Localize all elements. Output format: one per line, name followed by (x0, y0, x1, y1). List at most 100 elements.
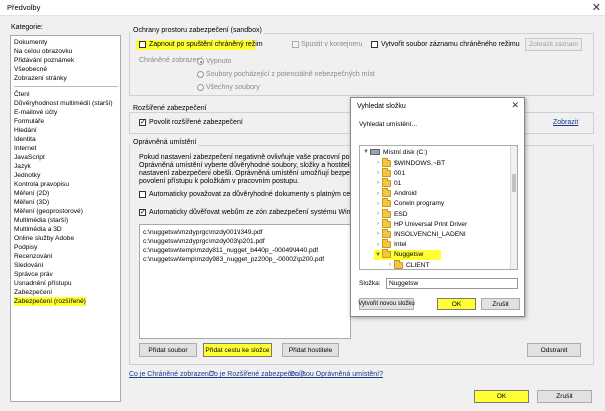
chevron-right-icon[interactable]: › (374, 170, 382, 176)
tree-folder[interactable]: › Intel (374, 239, 406, 250)
category-item[interactable]: Měření (geoprostorové) (14, 207, 83, 216)
category-item[interactable]: Sledování (14, 261, 43, 270)
tree-drive[interactable]: ▼ Místní disk (C:) (362, 147, 427, 157)
dialog-cancel-button[interactable]: Zrušit (481, 298, 520, 310)
remove-button[interactable]: Odstranit (527, 343, 581, 357)
category-item[interactable]: E-mailové účty (14, 108, 57, 117)
container-checkbox[interactable] (292, 41, 299, 48)
folder-tree[interactable]: ▼ Místní disk (C:) › $WINDOWS.~BT › 001 › 01 ›… (359, 145, 518, 270)
category-item[interactable]: Přidávání poznámek (14, 56, 74, 65)
tree-folder[interactable]: › 001 (374, 167, 406, 178)
category-item[interactable]: Správce práv (14, 270, 53, 279)
category-item[interactable]: Online služby Adobe (14, 234, 74, 243)
category-item[interactable]: Dokumenty (14, 38, 47, 47)
category-item[interactable]: Měření (2D) (14, 189, 49, 198)
radio-off[interactable] (197, 58, 204, 65)
radio-all-files[interactable] (197, 84, 204, 91)
close-icon[interactable]: ✕ (592, 1, 601, 14)
cancel-button[interactable]: Zrušit (537, 390, 592, 403)
folder-icon (382, 249, 391, 259)
protected-mode-checkbox[interactable] (139, 41, 146, 48)
tree-folder[interactable]: › CLIENT (386, 259, 429, 269)
protected-view-help-link[interactable]: Co je Chráněné zobrazení? (129, 371, 215, 378)
list-item[interactable]: c:\nuggetsw\mzdyprgc\mzdy001\l349.pdf (143, 229, 262, 236)
category-item[interactable]: Měření (3D) (14, 198, 49, 207)
radio-unsafe-locations[interactable] (197, 71, 204, 78)
category-item[interactable]: Důvěryhodnost multimédií (starší) (14, 99, 113, 108)
chevron-down-icon[interactable]: ▼ (374, 252, 382, 258)
tree-folder[interactable]: › Corwin programy (374, 198, 444, 209)
tree-folder-label: 001 (394, 169, 406, 177)
tree-folder[interactable]: ▼ Nuggetsw (374, 249, 442, 260)
category-item[interactable]: Zobrazení stránky (14, 74, 67, 83)
chevron-down-icon[interactable]: ▼ (362, 149, 370, 155)
chevron-right-icon[interactable]: › (374, 242, 382, 248)
auto-trust-certified-checkbox[interactable] (139, 191, 146, 198)
auto-trust-sites-checkbox[interactable] (139, 208, 146, 217)
folder-name-input[interactable]: Nuggetsw (386, 278, 518, 289)
chevron-right-icon[interactable]: › (374, 221, 382, 227)
category-item[interactable]: Jazyk (14, 162, 31, 171)
enhanced-security-checkbox[interactable] (139, 118, 146, 127)
tree-folder-label: Nuggetsw (394, 251, 424, 259)
category-item[interactable]: Identita (14, 135, 36, 144)
sandbox-group-title: Ochrany prostoru zabezpečení (sandbox) (131, 27, 264, 34)
tree-scrollbar[interactable] (510, 146, 517, 269)
privileged-paths-list[interactable]: c:\nuggetsw\mzdyprgc\mzdy001\l349.pdf c:… (139, 224, 351, 339)
category-item[interactable]: Čtení (14, 90, 30, 99)
list-item[interactable]: c:\nuggetsw\temp\mzdy983_nugget_pz200p_-… (143, 256, 324, 263)
chevron-right-icon[interactable]: › (374, 180, 382, 186)
view-link[interactable]: Zobrazit (553, 119, 578, 126)
scrollbar-thumb[interactable] (512, 174, 516, 192)
dialog-ok-button[interactable]: OK (437, 298, 476, 310)
category-item[interactable]: Kontrola pravopisu (14, 180, 69, 189)
tree-folder[interactable]: › HP Universal Print Driver (374, 218, 467, 229)
tree-folder-label: 01 (394, 179, 402, 187)
tree-folder[interactable]: › ESD (374, 208, 408, 219)
ok-button[interactable]: OK (474, 390, 529, 403)
category-item[interactable]: Podpisy (14, 243, 37, 252)
privileged-locations-help-link[interactable]: Co jsou Oprávněná umístění? (290, 371, 383, 378)
list-item[interactable]: c:\nuggetsw\mzdyprgc\mzdy003\p201.pdf (143, 238, 265, 245)
add-host-button[interactable]: Přidat hostitele (282, 343, 339, 357)
category-item[interactable]: Všeobecné (14, 65, 47, 74)
chevron-right-icon[interactable]: › (374, 201, 382, 207)
folder-icon (394, 259, 403, 269)
category-item[interactable]: JavaScript (14, 153, 45, 162)
category-item[interactable]: Zabezpečení (rozšířené) (14, 297, 86, 306)
folder-field-label: Složka: (359, 280, 381, 287)
add-file-button[interactable]: Přidat soubor (139, 343, 197, 357)
tree-folder[interactable]: › Android (374, 188, 417, 199)
new-folder-button[interactable]: Vytvořit novou složku (358, 298, 415, 310)
log-checkbox[interactable] (371, 41, 378, 48)
category-item[interactable]: Na celou obrazovku (14, 47, 72, 56)
categories-list[interactable]: Dokumenty Na celou obrazovku Přidávání poz… (10, 35, 121, 402)
chevron-right-icon[interactable]: › (386, 262, 394, 268)
add-folder-path-button[interactable]: Přidat cestu ke složce (203, 343, 272, 357)
category-item[interactable]: Hledání (14, 126, 37, 135)
category-item[interactable]: Internet (14, 144, 36, 153)
category-item[interactable]: Zabezpečení (14, 288, 52, 297)
tree-folder[interactable]: › 01 (374, 177, 402, 188)
privileged-desc-line-4: povolení přístupu k položkám v pracovním… (139, 178, 299, 185)
category-item[interactable]: Multimédia a 3D (14, 225, 62, 234)
category-item[interactable]: Formuláře (14, 117, 44, 126)
list-item[interactable]: c:\nuggetsw\temp\mzdy811_nugget_b440p_-0… (143, 247, 318, 254)
category-item[interactable]: Jednotky (14, 171, 40, 180)
chevron-right-icon[interactable]: › (374, 160, 382, 166)
log-label: Vytvořit soubor záznamu chráněného režim… (381, 41, 520, 48)
category-separator (14, 86, 118, 87)
category-item[interactable]: Multimédia (starší) (14, 216, 68, 225)
view-log-button[interactable]: Zobrazit záznam (525, 38, 582, 51)
privileged-desc-line-2: Oprávněná umístění vyberte důvěryhodné s… (139, 162, 384, 169)
chevron-right-icon[interactable]: › (374, 211, 382, 217)
privileged-locations-title: Oprávněná umístění (131, 139, 199, 146)
dialog-close-icon[interactable]: ✕ (511, 100, 519, 111)
category-item[interactable]: Recenzování (14, 252, 53, 261)
tree-folder[interactable]: › $WINDOWS.~BT (374, 157, 445, 168)
window-title: Předvolby (7, 3, 41, 12)
category-item[interactable]: Usnadnění přístupu (14, 279, 72, 288)
tree-folder[interactable]: › INSOLVENCNI_LADENI (374, 228, 466, 239)
chevron-right-icon[interactable]: › (374, 231, 382, 237)
chevron-right-icon[interactable]: › (374, 191, 382, 197)
